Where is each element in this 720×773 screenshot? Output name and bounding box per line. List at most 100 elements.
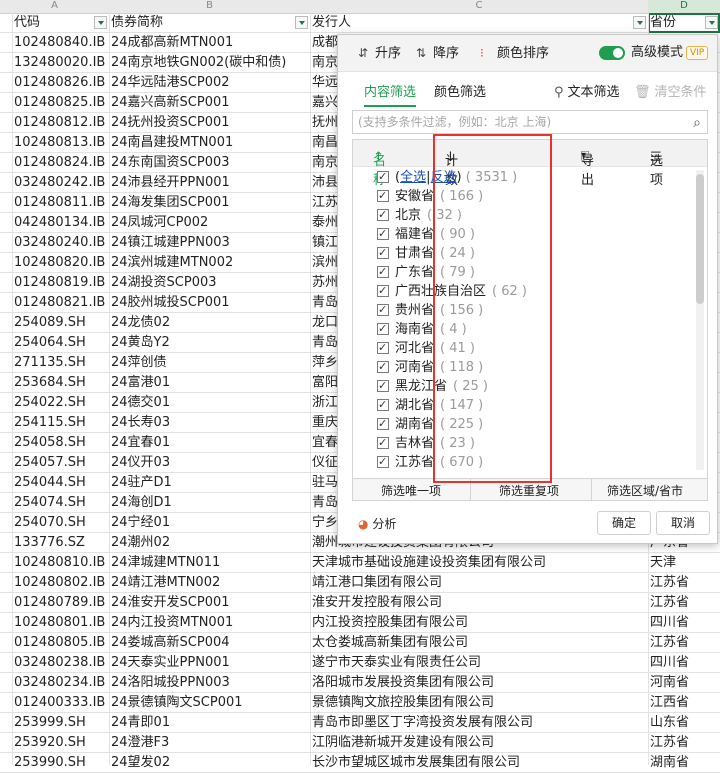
filter-search-input[interactable]: (支持多条件过滤，例如：北京 上海) ⌕ <box>352 110 708 134</box>
select-all-link[interactable]: 全选 <box>400 170 426 185</box>
scrollbar-thumb[interactable] <box>696 174 704 304</box>
cell-issuer[interactable]: 淮安开发控股有限公司 <box>310 593 648 613</box>
text-filter-button[interactable]: ⚲ 文本筛选 <box>554 81 620 100</box>
cell-province[interactable]: 河南省 <box>648 673 720 693</box>
cell-code[interactable]: 254044.SH <box>12 473 109 493</box>
cell-code[interactable]: 012480826.IB <box>12 73 109 93</box>
cell-code[interactable]: 012480805.IB <box>12 633 109 653</box>
cell-issuer[interactable]: 景德镇陶文旅控股集团有限公司 <box>310 693 648 713</box>
clear-filter-button[interactable]: 🗑 清空条件 <box>634 81 707 100</box>
cell-code[interactable]: 133776.SZ <box>12 533 109 553</box>
cell-code[interactable]: 253999.SH <box>12 713 109 733</box>
checkbox[interactable] <box>377 357 389 376</box>
list-item[interactable]: 吉林省 ( 23 ) <box>353 433 693 453</box>
cell-name[interactable]: 24南昌建投MTN001 <box>109 133 310 153</box>
cell-name[interactable]: 24潮州02 <box>109 533 310 553</box>
cell-issuer[interactable]: 遂宁市天泰实业有限责任公司 <box>310 653 648 673</box>
cell-province[interactable]: 江苏省 <box>648 633 720 653</box>
checkbox[interactable] <box>377 452 389 471</box>
cell-province[interactable]: 天津 <box>648 553 720 573</box>
cell-name[interactable]: 24海发集团SCP001 <box>109 193 310 213</box>
checkbox[interactable] <box>377 414 389 433</box>
cell-code[interactable]: 271135.SH <box>12 353 109 373</box>
cell-code[interactable]: 032480238.IB <box>12 653 109 673</box>
checkbox[interactable] <box>377 167 389 186</box>
checkbox[interactable] <box>377 186 389 205</box>
cell-issuer[interactable]: 青岛市即墨区丁字湾投资发展有限公司 <box>310 713 648 733</box>
filter-dropdown-icon[interactable] <box>633 16 646 29</box>
checkbox[interactable] <box>377 205 389 224</box>
cell-name[interactable]: 24津城建MTN011 <box>109 553 310 573</box>
cell-code[interactable]: 102480801.IB <box>12 613 109 633</box>
filter-dropdown-icon[interactable] <box>295 16 308 29</box>
list-item[interactable]: 广东省 ( 79 ) <box>353 262 693 282</box>
cell-code[interactable]: 253920.SH <box>12 733 109 753</box>
sort-ascending-button[interactable]: ⇵ 升序 <box>358 44 401 62</box>
cell-name[interactable]: 24青即01 <box>109 713 310 733</box>
cell-code[interactable]: 012400333.IB <box>12 693 109 713</box>
cell-name[interactable]: 24宜春01 <box>109 433 310 453</box>
cell-code[interactable]: 032480234.IB <box>12 673 109 693</box>
cell-code[interactable]: 012480812.IB <box>12 113 109 133</box>
cell-name[interactable]: 24镇江城建PPN003 <box>109 233 310 253</box>
cell-name[interactable]: 24望发02 <box>109 753 310 773</box>
cell-name[interactable]: 24东南国资SCP003 <box>109 153 310 173</box>
list-item[interactable]: 河南省 ( 118 ) <box>353 357 693 377</box>
cell-name[interactable]: 24滨州城建MTN002 <box>109 253 310 273</box>
cell-name[interactable]: 24萍创债 <box>109 353 310 373</box>
header-cell-province[interactable]: 省份 <box>648 13 720 33</box>
cell-name[interactable]: 24景德镇陶文SCP001 <box>109 693 310 713</box>
list-item[interactable]: 海南省 ( 4 ) <box>353 319 693 339</box>
list-item[interactable]: 福建省 ( 90 ) <box>353 224 693 244</box>
checkbox[interactable] <box>377 243 389 262</box>
cell-name[interactable]: 24黄岛Y2 <box>109 333 310 353</box>
cell-code[interactable]: 132480020.IB <box>12 53 109 73</box>
cell-code[interactable]: 253684.SH <box>12 373 109 393</box>
checkbox[interactable] <box>377 338 389 357</box>
cell-name[interactable]: 24抚州投资SCP001 <box>109 113 310 133</box>
list-item[interactable]: 北京 ( 32 ) <box>353 205 693 225</box>
cell-province[interactable]: 湖南省 <box>648 753 720 773</box>
list-item[interactable]: 黑龙江省 ( 25 ) <box>353 376 693 396</box>
cell-name[interactable]: 24胶州城投SCP001 <box>109 293 310 313</box>
cell-code[interactable]: 012480811.IB <box>12 193 109 213</box>
cell-name[interactable]: 24嘉兴高新SCP001 <box>109 93 310 113</box>
cell-issuer[interactable]: 靖江港口集团有限公司 <box>310 573 648 593</box>
list-item[interactable]: 甘肃省 ( 24 ) <box>353 243 693 263</box>
ok-button[interactable]: 确定 <box>597 511 651 535</box>
cell-code[interactable]: 254022.SH <box>12 393 109 413</box>
cell-code[interactable]: 032480242.IB <box>12 173 109 193</box>
column-header-a[interactable]: A <box>0 0 109 14</box>
cell-province[interactable]: 江苏省 <box>648 573 720 593</box>
cell-province[interactable]: 四川省 <box>648 653 720 673</box>
cell-code[interactable]: 254089.SH <box>12 313 109 333</box>
cell-issuer[interactable]: 江阴临港新城开发建设有限公司 <box>310 733 648 753</box>
checkbox[interactable] <box>377 395 389 414</box>
checkbox[interactable] <box>377 319 389 338</box>
cell-name[interactable]: 24德交01 <box>109 393 310 413</box>
cell-code[interactable]: 042480134.IB <box>12 213 109 233</box>
header-cell-code[interactable]: 代码 <box>12 13 109 33</box>
cell-name[interactable]: 24沛县经开PPN001 <box>109 173 310 193</box>
cell-code[interactable]: 253990.SH <box>12 753 109 773</box>
cell-name[interactable]: 24洛阳城投PPN003 <box>109 673 310 693</box>
cell-name[interactable]: 24长寿03 <box>109 413 310 433</box>
cell-name[interactable]: 24淮安开发SCP001 <box>109 593 310 613</box>
sort-descending-button[interactable]: ⇅ 降序 <box>416 44 459 62</box>
list-scrollbar[interactable] <box>696 170 704 470</box>
cell-name[interactable]: 24仪开03 <box>109 453 310 473</box>
list-item[interactable]: 安徽省 ( 166 ) <box>353 186 693 206</box>
filter-duplicate-button[interactable]: 筛选重复项 <box>499 482 559 499</box>
tab-color-filter[interactable]: 颜色筛选 <box>434 81 486 100</box>
header-cell-name[interactable]: 债券简称 <box>109 13 310 33</box>
cell-code[interactable]: 102480810.IB <box>12 553 109 573</box>
cell-code[interactable]: 012480789.IB <box>12 593 109 613</box>
tab-content-filter[interactable]: 内容筛选 <box>364 81 417 107</box>
cell-issuer[interactable]: 内江投资控股集团有限公司 <box>310 613 648 633</box>
column-header-b[interactable]: B <box>109 0 310 14</box>
cell-name[interactable]: 24海创D1 <box>109 493 310 513</box>
cell-province[interactable]: 四川省 <box>648 613 720 633</box>
cell-code[interactable]: 102480840.IB <box>12 33 109 53</box>
filter-dropdown-icon[interactable] <box>705 16 718 29</box>
cell-code[interactable]: 254115.SH <box>12 413 109 433</box>
